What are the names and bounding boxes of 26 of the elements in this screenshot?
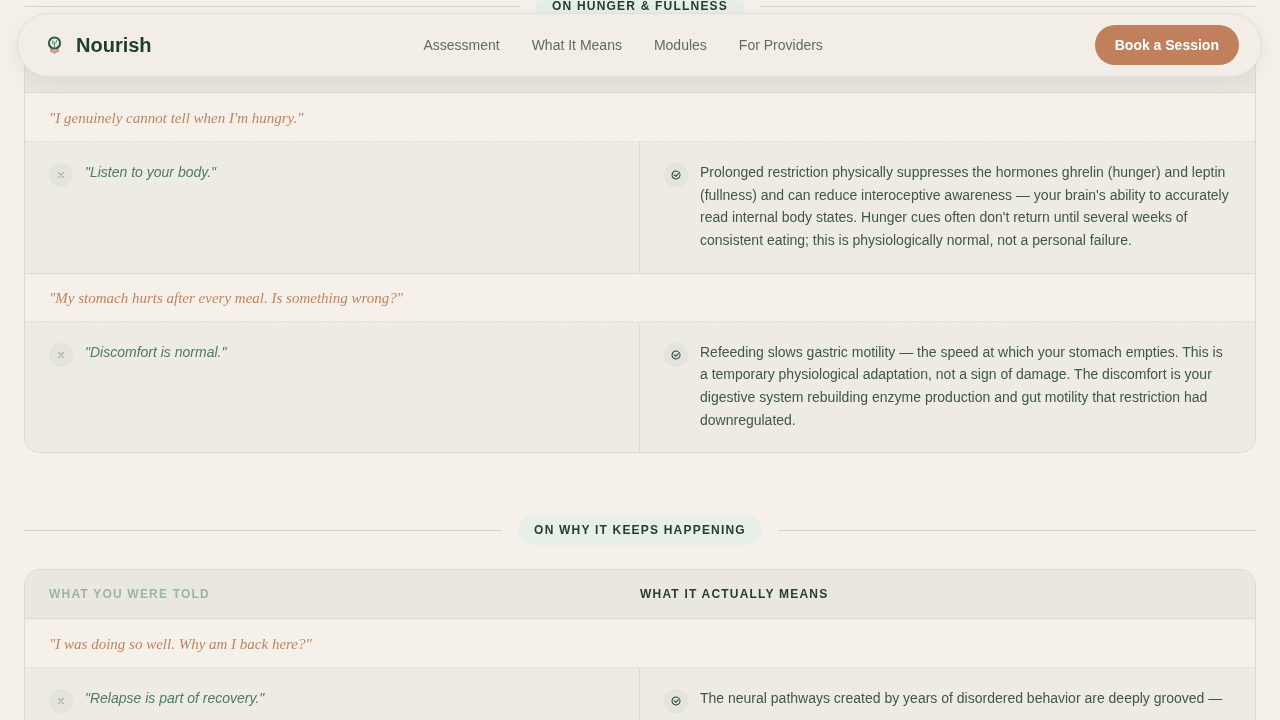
section-title: ON HUNGER & FULLNESS [552, 0, 728, 12]
explanation-text: The neural pathways created by years of disordered behavior are deeply grooved — [700, 689, 1223, 709]
nav-link[interactable]: What It Means [531, 37, 622, 53]
brand-name: Nourish [76, 33, 152, 57]
explanation-text: Prolonged restriction physically suppresses the hormones ghrelin (hunger) and leptin (fullness) and can reduce interoceptive awareness — your brain's ability to accurately read internal body states. Hunger cues often don't return until several weeks of consistent eating; this is physiologically normal, not a personal failure. [700, 163, 1230, 250]
question-text: "My stomach hurts after every meal. Is something wrong?" [49, 289, 404, 307]
leaf-logo-icon [47, 36, 62, 54]
check-circle-icon [664, 163, 688, 187]
told-quote: "Discomfort is normal." [85, 342, 227, 362]
column-heading: WHAT IT ACTUALLY MEANS [640, 587, 829, 602]
column-heading: WHAT YOU WERE TOLD [49, 587, 210, 602]
book-session-button[interactable]: Book a Session [1094, 25, 1239, 65]
nav-link[interactable]: Modules [653, 37, 707, 53]
check-circle-icon [664, 689, 688, 714]
nav-link[interactable]: For Providers [738, 37, 823, 53]
check-circle-icon [664, 342, 688, 367]
cross-icon [49, 163, 73, 187]
cross-icon [49, 342, 73, 367]
told-quote: "Relapse is part of recovery." [85, 689, 265, 709]
cross-icon [49, 689, 73, 714]
nav-link[interactable]: Assessment [423, 37, 500, 53]
explanation-text: Refeeding slows gastric motility — the speed at which your stomach empties. This is a temporary physiological adaptation, not a sign of damage. The discomfort is your digestive system rebuilding enzyme production and gut motility that restriction had downregulated. [700, 342, 1224, 430]
question-text: "I genuinely cannot tell when I'm hungry." [49, 109, 304, 127]
told-quote: "Listen to your body." [85, 163, 217, 182]
question-text: "I was doing so well. Why am I back here?" [49, 635, 312, 653]
section-title: ON WHY IT KEEPS HAPPENING [534, 524, 746, 537]
